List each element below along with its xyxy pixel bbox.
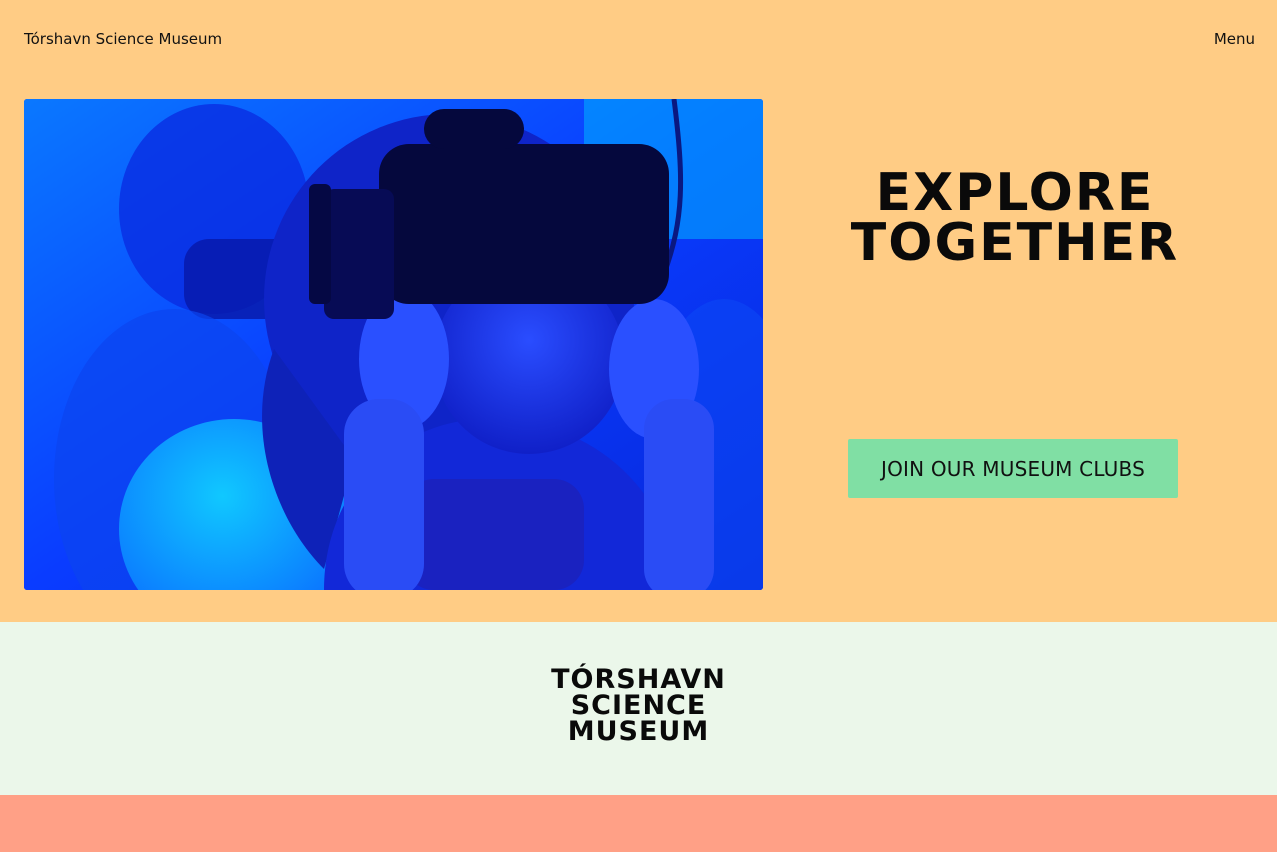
headline-line-1: EXPLORE (875, 163, 1155, 223)
hero-headline: EXPLORE TOGETHER (800, 163, 1230, 273)
site-title-link[interactable]: Tórshavn Science Museum (24, 30, 222, 48)
join-clubs-button[interactable]: JOIN OUR MUSEUM CLUBS (848, 439, 1178, 498)
vr-child-photo (24, 99, 763, 590)
hero-image (24, 99, 763, 590)
headline-line-2: TOGETHER (850, 213, 1180, 273)
bottom-band (0, 795, 1277, 852)
menu-button[interactable]: Menu (1214, 30, 1255, 48)
footer-logo-line-3: MUSEUM (567, 716, 710, 747)
footer-logo: TÓRSHAVN SCIENCE MUSEUM (0, 666, 1277, 747)
